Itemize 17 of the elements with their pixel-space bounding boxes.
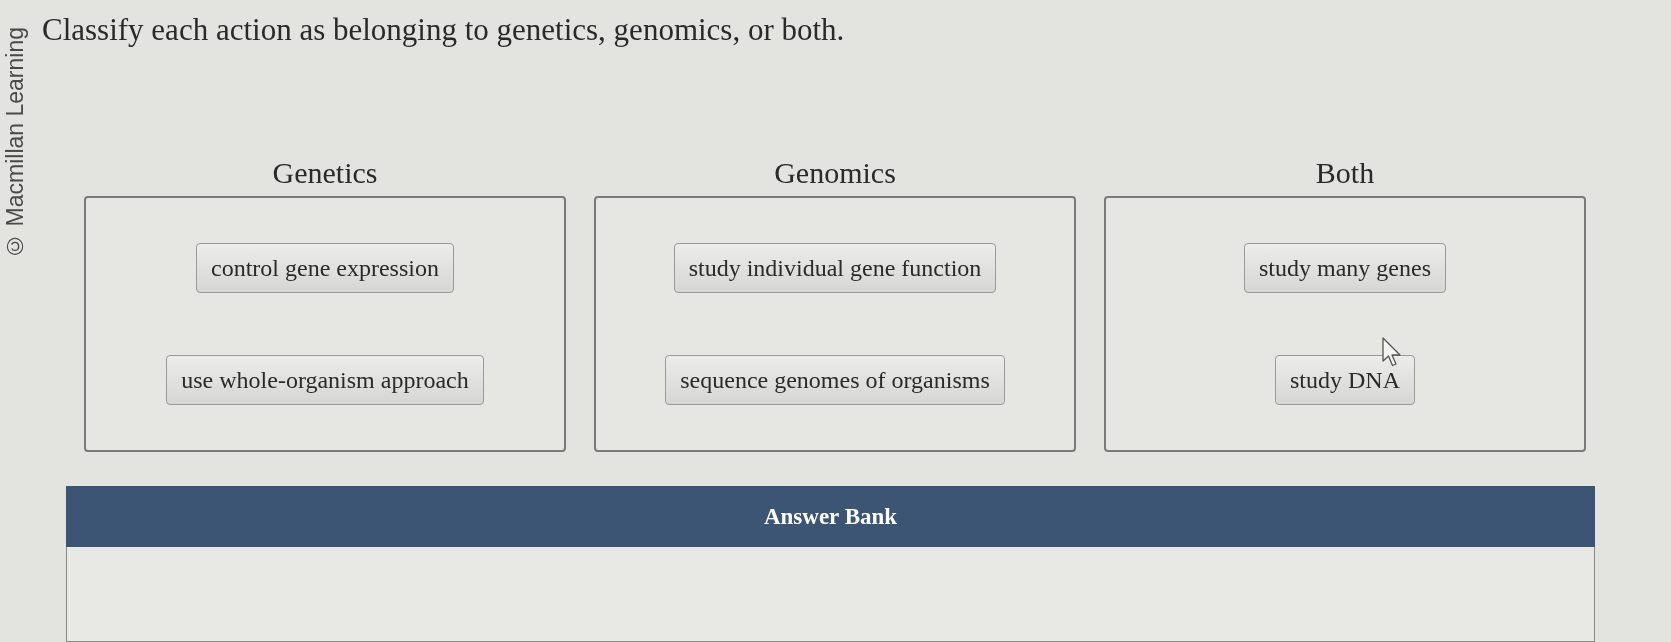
answer-tile[interactable]: use whole-organism approach xyxy=(166,355,484,405)
drop-zone[interactable]: study individual gene function sequence genomes of organisms xyxy=(594,196,1076,452)
answer-tile[interactable]: study many genes xyxy=(1244,243,1446,293)
drop-zone[interactable]: study many genes study DNA xyxy=(1104,196,1586,452)
answer-bank-header: Answer Bank xyxy=(66,486,1595,547)
answer-tile[interactable]: study DNA xyxy=(1275,355,1415,405)
drop-zone[interactable]: control gene expression use whole-organism approach xyxy=(84,196,566,452)
question-text: Classify each action as belonging to genetics, genomics, or both. xyxy=(41,11,845,49)
copyright-notice: © Macmillan Learning xyxy=(2,27,28,259)
category-heading: Genomics xyxy=(774,155,896,191)
category-heading: Genetics xyxy=(272,155,378,191)
answer-tile[interactable]: study individual gene function xyxy=(673,243,997,293)
answer-tile[interactable]: sequence genomes of organisms xyxy=(665,355,1005,405)
category-heading: Both xyxy=(1315,155,1375,191)
answer-tile[interactable]: control gene expression xyxy=(196,243,454,293)
mouse-pointer-icon xyxy=(1382,337,1402,367)
answer-bank-area[interactable] xyxy=(66,547,1595,642)
